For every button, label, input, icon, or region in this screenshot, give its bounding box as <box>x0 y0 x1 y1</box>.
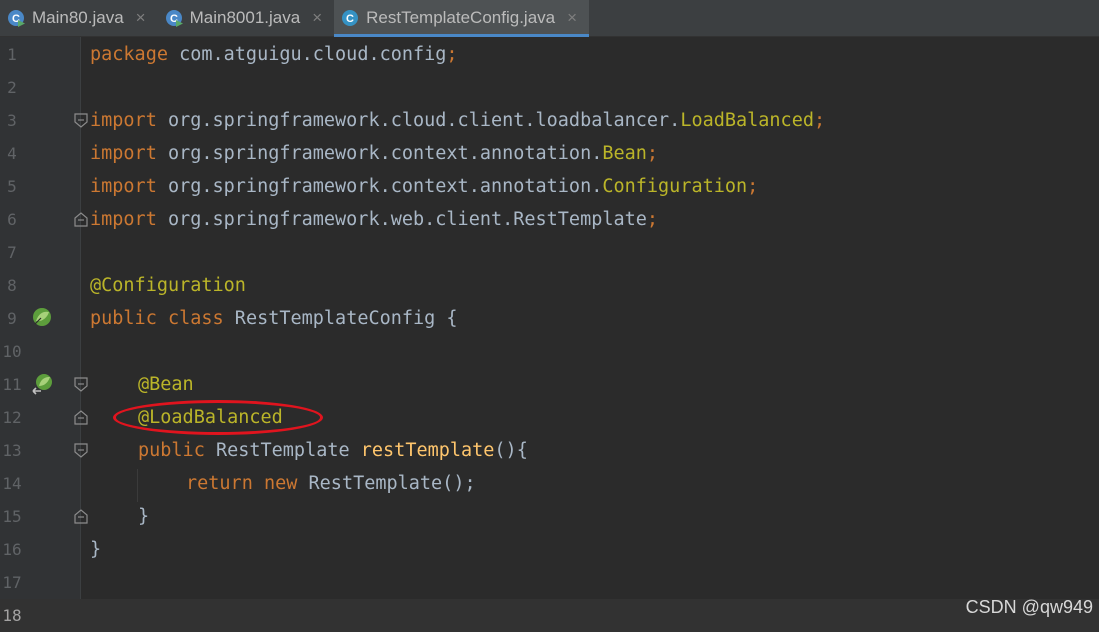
svg-text:C: C <box>346 13 354 25</box>
code-line-8[interactable]: 8 @Configuration <box>0 269 1099 302</box>
tab-label: RestTemplateConfig.java <box>366 8 556 27</box>
code-text: @LoadBalanced <box>138 407 283 428</box>
line-number: 5 <box>7 177 17 196</box>
code-line-1[interactable]: 1 package com.atguigu.cloud.config; <box>0 38 1099 71</box>
line-number: 2 <box>7 78 17 97</box>
code-text: import org.springframework.context.annot… <box>90 176 759 197</box>
line-number: 10 <box>2 342 22 361</box>
spring-bean-icon[interactable] <box>31 306 55 330</box>
line-number: 13 <box>2 441 22 460</box>
line-number: 9 <box>7 309 17 328</box>
line-number: 16 <box>2 540 22 559</box>
java-class-icon: C <box>340 8 360 28</box>
code-text: import org.springframework.cloud.client.… <box>90 110 826 131</box>
close-icon[interactable]: × <box>567 8 577 28</box>
tab-resttemplateconfig[interactable]: C RestTemplateConfig.java × <box>334 0 590 37</box>
code-line-16[interactable]: 16 } <box>0 533 1099 566</box>
line-number: 4 <box>7 144 17 163</box>
code-text: @Configuration <box>90 275 246 296</box>
line-number: 6 <box>7 210 17 229</box>
code-line-14[interactable]: 14 return new RestTemplate(); <box>0 467 1099 500</box>
line-number: 17 <box>2 573 22 592</box>
code-line-12[interactable]: 12 @LoadBalanced <box>0 401 1099 434</box>
code-text: package com.atguigu.cloud.config; <box>90 44 458 65</box>
java-class-run-icon: C <box>6 8 26 28</box>
close-icon[interactable]: × <box>136 8 146 28</box>
code-line-5[interactable]: 5 import org.springframework.context.ann… <box>0 170 1099 203</box>
code-editor[interactable]: 1 package com.atguigu.cloud.config; 2 3 … <box>0 37 1099 632</box>
code-line-18[interactable]: 18 <box>0 599 1099 632</box>
code-line-2[interactable]: 2 <box>0 71 1099 104</box>
code-line-7[interactable]: 7 <box>0 236 1099 269</box>
code-line-13[interactable]: 13 public RestTemplate restTemplate(){ <box>0 434 1099 467</box>
code-text: import org.springframework.context.annot… <box>90 143 659 164</box>
code-line-4[interactable]: 4 import org.springframework.context.ann… <box>0 137 1099 170</box>
spring-bean-navigate-icon[interactable] <box>31 372 55 396</box>
fold-close-icon[interactable] <box>74 410 88 425</box>
line-number: 11 <box>2 375 22 394</box>
line-number: 7 <box>7 243 17 262</box>
fold-open-icon[interactable] <box>74 113 88 128</box>
code-text: } <box>90 539 102 560</box>
code-text: import org.springframework.web.client.Re… <box>90 209 659 230</box>
tab-main80[interactable]: C Main80.java × <box>0 0 158 36</box>
line-number: 15 <box>2 507 22 526</box>
code-line-6[interactable]: 6 import org.springframework.web.client.… <box>0 203 1099 236</box>
tab-label: Main80.java <box>32 8 124 27</box>
fold-open-icon[interactable] <box>74 443 88 458</box>
code-text: } <box>138 506 150 527</box>
line-number: 8 <box>7 276 17 295</box>
code-line-11[interactable]: 11 @Bean <box>0 368 1099 401</box>
line-number: 1 <box>7 45 17 64</box>
line-number: 12 <box>2 408 22 427</box>
tab-label: Main8001.java <box>189 8 301 27</box>
code-line-15[interactable]: 15 } <box>0 500 1099 533</box>
code-line-9[interactable]: 9 public class RestTemplateConfig { <box>0 302 1099 335</box>
line-number: 3 <box>7 111 17 130</box>
watermark: CSDN @qw949 <box>965 597 1093 617</box>
java-class-run-icon: C <box>164 8 184 28</box>
code-text: @Bean <box>138 374 194 395</box>
line-number: 14 <box>2 474 22 493</box>
fold-close-icon[interactable] <box>74 212 88 227</box>
fold-open-icon[interactable] <box>74 377 88 392</box>
code-line-10[interactable]: 10 <box>0 335 1099 368</box>
line-number: 18 <box>2 606 22 625</box>
code-text: public class RestTemplateConfig { <box>90 308 458 329</box>
code-text: return new RestTemplate(); <box>186 473 476 494</box>
tab-main8001[interactable]: C Main8001.java × <box>158 0 335 36</box>
code-line-3[interactable]: 3 import org.springframework.cloud.clien… <box>0 104 1099 137</box>
fold-close-icon[interactable] <box>74 509 88 524</box>
editor-tab-bar: C Main80.java × C Main8001.java × C Rest… <box>0 0 1099 37</box>
code-text: public RestTemplate restTemplate(){ <box>138 440 528 461</box>
code-line-17[interactable]: 17 <box>0 566 1099 599</box>
close-icon[interactable]: × <box>312 8 322 28</box>
